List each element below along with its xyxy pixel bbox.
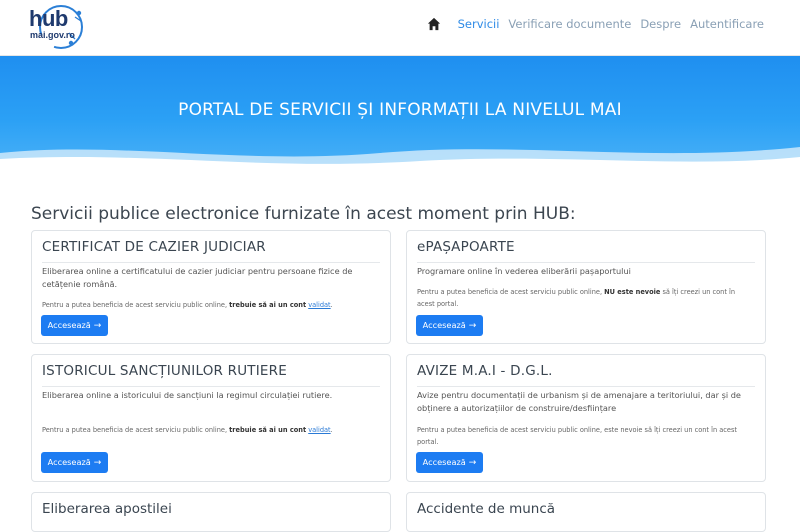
card-apostila: Eliberarea apostilei (31, 492, 391, 532)
card-title: AVIZE M.A.I - D.G.L. (417, 363, 553, 379)
note-bold: NU este nevoie (604, 288, 661, 296)
card-note: Pentru a putea beneficia de acest servic… (42, 424, 376, 436)
validat-link[interactable]: validat (308, 301, 330, 309)
note-bold: trebuie să ai un cont (229, 426, 307, 434)
card-note: Pentru a putea beneficia de acest servic… (42, 299, 376, 311)
card-divider (42, 262, 380, 263)
arrow-right-icon: → (468, 321, 477, 331)
card-title: CERTIFICAT DE CAZIER JUDICIAR (42, 239, 266, 255)
card-accidente-munca: Accidente de muncă (406, 492, 766, 532)
card-description: Programare online în vederea eliberării … (417, 266, 631, 276)
note-end: . (330, 426, 333, 434)
card-istoric-sanctiuni: ISTORICUL SANCȚIUNILOR RUTIERE Eliberare… (31, 354, 391, 482)
nav-item-servicii[interactable]: Servicii (458, 17, 500, 31)
card-title: Eliberarea apostilei (42, 501, 172, 517)
card-divider (42, 386, 380, 387)
card-title: ePAȘAPOARTE (417, 239, 515, 255)
acceseaza-button[interactable]: Accesează → (41, 315, 108, 336)
card-divider (417, 262, 755, 263)
note-bold: trebuie să ai un cont (229, 301, 307, 309)
button-label: Accesează (422, 320, 466, 330)
acceseaza-button[interactable]: Accesează → (416, 452, 483, 473)
nav-item-despre[interactable]: Despre (640, 17, 681, 31)
card-description: Eliberarea online a certificatului de ca… (42, 266, 353, 289)
button-label: Accesează (47, 457, 91, 467)
home-icon[interactable] (427, 17, 441, 31)
arrow-right-icon: → (93, 321, 102, 331)
hero-title: PORTAL DE SERVICII ȘI INFORMAȚII LA NIVE… (178, 100, 622, 120)
top-navbar: hub mai.gov.ro Servicii Verificare docum… (0, 0, 800, 56)
logo-hub-text: hub (29, 6, 68, 31)
acceseaza-button[interactable]: Accesează → (41, 452, 108, 473)
card-title: ISTORICUL SANCȚIUNILOR RUTIERE (42, 363, 287, 379)
card-epasapoarte: ePAȘAPOARTE Programare online în vederea… (406, 230, 766, 344)
card-description: Avize pentru documentații de urbanism și… (417, 390, 741, 413)
arrow-right-icon: → (468, 458, 477, 468)
card-avize-dgl: AVIZE M.A.I - D.G.L. Avize pentru docume… (406, 354, 766, 482)
card-note: Pentru a putea beneficia de acest servic… (417, 426, 737, 446)
card-title: Accidente de muncă (417, 501, 556, 517)
section-title: Servicii publice electronice furnizate î… (31, 204, 576, 224)
validat-link[interactable]: validat (308, 426, 330, 434)
main-nav: Servicii Verificare documente Despre Aut… (427, 17, 764, 31)
hero-banner: PORTAL DE SERVICII ȘI INFORMAȚII LA NIVE… (0, 56, 800, 171)
hub-logo[interactable]: hub mai.gov.ro (27, 3, 89, 51)
hero-wave (0, 147, 800, 171)
card-divider (417, 386, 755, 387)
note-text: Pentru a putea beneficia de acest servic… (417, 288, 605, 296)
note-text: Pentru a putea beneficia de acest servic… (42, 301, 230, 309)
button-label: Accesează (47, 320, 91, 330)
nav-item-verificare-documente[interactable]: Verificare documente (508, 17, 631, 31)
card-note: Pentru a putea beneficia de acest servic… (417, 286, 751, 310)
card-description: Eliberarea online a istoricului de sancț… (42, 390, 333, 400)
button-label: Accesează (422, 457, 466, 467)
note-end: . (330, 301, 333, 309)
card-cazier: CERTIFICAT DE CAZIER JUDICIAR Eliberarea… (31, 230, 391, 344)
arrow-right-icon: → (93, 458, 102, 468)
logo-domain-text: mai.gov.ro (30, 30, 75, 40)
note-text: Pentru a putea beneficia de acest servic… (42, 426, 230, 434)
nav-item-autentificare[interactable]: Autentificare (690, 17, 764, 31)
acceseaza-button[interactable]: Accesează → (416, 315, 483, 336)
